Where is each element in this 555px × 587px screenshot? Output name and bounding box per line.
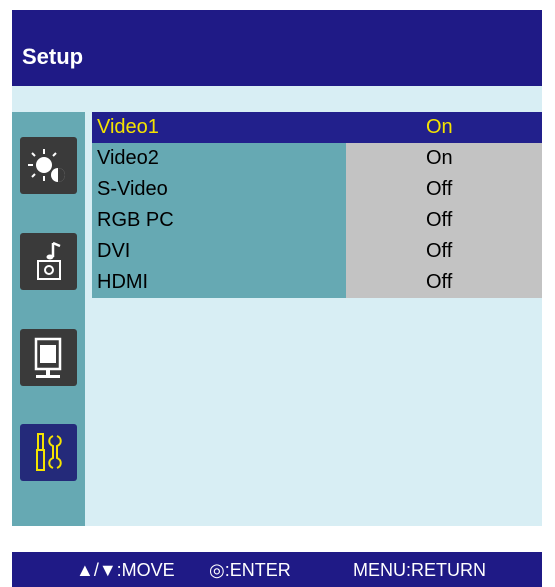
menu-row-label: HDMI xyxy=(92,267,346,298)
brightness-contrast-icon xyxy=(28,149,65,182)
menu-row-s-video[interactable]: S-Video Off xyxy=(92,174,542,205)
menu-row-video2[interactable]: Video2 On xyxy=(92,143,542,174)
music-audio-icon xyxy=(37,241,61,280)
menu-row-value: On xyxy=(426,147,453,169)
sidebar-item-sound[interactable] xyxy=(20,233,77,290)
menu-row-value-cell: Off xyxy=(346,267,542,298)
menu-row-hdmi[interactable]: HDMI Off xyxy=(92,267,542,298)
footer-hint-bar: ▲/▼:MOVE ◎:ENTER MENU:RETURN xyxy=(12,552,542,587)
monitor-display-icon xyxy=(34,337,62,378)
menu-row-label: S-Video xyxy=(92,174,346,205)
menu-row-value: Off xyxy=(426,178,453,200)
menu-row-value: Off xyxy=(426,240,453,262)
menu-row-video1[interactable]: Video1 On xyxy=(92,112,542,143)
enter-hint: ◎:ENTER xyxy=(209,560,291,580)
sidebar-item-setup[interactable] xyxy=(20,424,77,481)
tools-setup-icon xyxy=(36,433,62,471)
menu-row-dvi[interactable]: DVI Off xyxy=(92,236,542,267)
menu-row-value-cell: Off xyxy=(346,236,542,267)
sidebar-item-picture[interactable] xyxy=(20,137,77,194)
menu-row-value-cell: Off xyxy=(346,174,542,205)
input-source-list: Video1 On Video2 On S-Video Off RGB PC O… xyxy=(92,112,542,329)
menu-row-value-cell: On xyxy=(346,112,542,143)
menu-row-value: On xyxy=(426,116,453,138)
page-title: Setup xyxy=(22,44,84,69)
sidebar-item-screen[interactable] xyxy=(20,329,77,386)
menu-row-value-cell: On xyxy=(346,143,542,174)
menu-row-rgb-pc[interactable]: RGB PC Off xyxy=(92,205,542,236)
return-hint: MENU:RETURN xyxy=(353,560,486,580)
menu-row-value: Off xyxy=(426,271,453,293)
menu-row-label: Video1 xyxy=(92,112,346,143)
menu-row-value-cell: Off xyxy=(346,205,542,236)
menu-row-label: RGB PC xyxy=(92,205,346,236)
menu-row-value: Off xyxy=(426,209,453,231)
menu-row-label: Video2 xyxy=(92,143,346,174)
title-bar xyxy=(12,10,542,86)
menu-row-label: DVI xyxy=(92,236,346,267)
move-hint: ▲/▼:MOVE xyxy=(76,560,175,580)
